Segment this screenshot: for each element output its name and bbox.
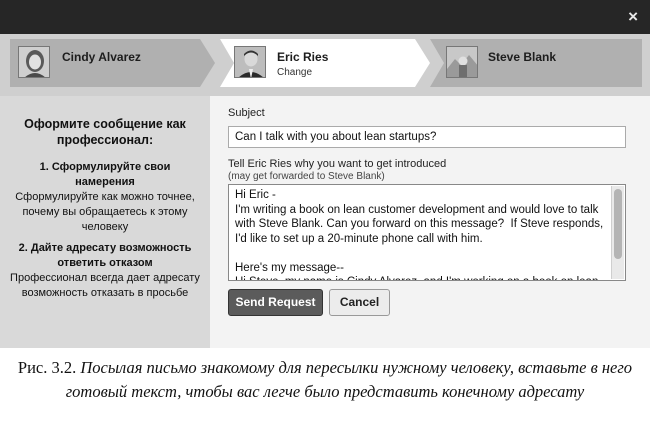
message-label: Tell Eric Ries why you want to get intro… — [228, 158, 447, 170]
message-textarea[interactable]: Hi Eric - I'm writing a book on lean cus… — [228, 184, 626, 281]
tip-1: 1. Сформулируйте свои намерения Сформули… — [0, 160, 210, 235]
avatar-steve — [446, 46, 478, 78]
introduction-form: Subject Tell Eric Ries why you want to g… — [228, 96, 638, 348]
path-step-cindy-alvarez: Cindy Alvarez — [10, 39, 215, 87]
tips-title: Оформите сообщение как профессионал: — [24, 117, 186, 147]
path-step-eric-ries: Eric Ries Change — [220, 39, 430, 87]
path-step-steve-blank: Steve Blank — [430, 39, 642, 87]
scrollbar-thumb[interactable] — [614, 189, 622, 259]
send-request-button[interactable]: Send Request — [228, 289, 323, 316]
message-dialog-body: Оформите сообщение как профессионал: 1. … — [0, 96, 650, 348]
subject-label: Subject — [228, 107, 265, 119]
message-text[interactable]: Hi Eric - I'm writing a book on lean cus… — [235, 188, 609, 280]
figure-caption: Рис. 3.2. Посылая письмо знакомому для п… — [0, 356, 650, 404]
dialog-title-bar: × — [0, 0, 650, 34]
avatar-cindy — [18, 46, 50, 78]
tips-panel: Оформите сообщение как профессионал: 1. … — [0, 96, 210, 348]
avatar-eric — [234, 46, 266, 78]
introduction-path: Cindy Alvarez Eric Ries Change Steve Bla… — [0, 34, 650, 96]
cancel-button[interactable]: Cancel — [329, 289, 390, 316]
caption-text: Посылая письмо знакомому для пересылки н… — [65, 358, 633, 401]
scrollbar[interactable] — [611, 186, 624, 279]
message-sublabel: (may get forwarded to Steve Blank) — [228, 171, 385, 182]
step-name: Steve Blank — [488, 50, 557, 64]
subject-input[interactable] — [228, 126, 626, 148]
tip-1-body: Сформулируйте как можно точнее, почему в… — [15, 191, 195, 233]
tip-1-heading: 1. Сформулируйте свои намерения — [39, 161, 171, 188]
tip-2-body: Профессионал всегда дает адресату возмож… — [10, 272, 200, 299]
step-name: Eric Ries — [277, 50, 329, 64]
tip-2: 2. Дайте адресату возможность ответить о… — [0, 241, 210, 301]
step-name: Cindy Alvarez — [62, 50, 141, 64]
caption-label: Рис. 3.2. — [17, 358, 77, 377]
tip-2-heading: 2. Дайте адресату возможность ответить о… — [18, 242, 192, 269]
close-icon[interactable]: × — [628, 7, 638, 27]
change-link[interactable]: Change — [277, 67, 312, 78]
